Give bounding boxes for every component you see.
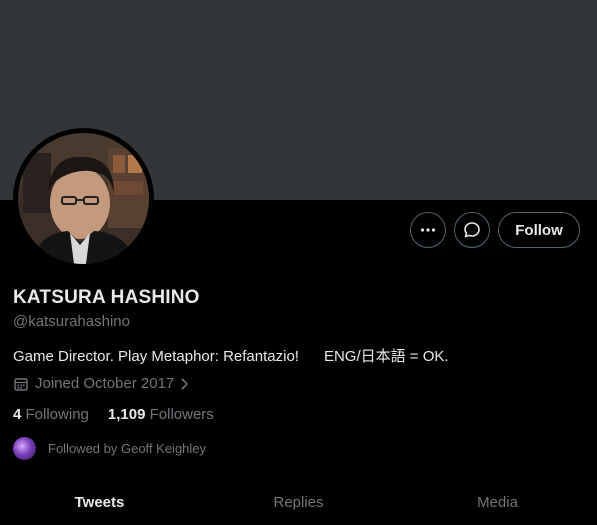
user-handle: @katsurahashino [13,313,130,330]
profile-bio: Game Director. Play Metaphor: Refantazio… [13,348,449,365]
follow-button[interactable]: Follow [498,212,580,248]
following-label: Following [25,406,89,423]
follow-stats: 4 Following 1,109 Followers [13,406,214,423]
calendar-icon [14,377,28,391]
following-count: 4 [13,406,22,423]
followed-by-label: Followed by Geoff Keighley [48,441,207,456]
tab-media[interactable]: Media [398,480,597,525]
message-button[interactable] [454,212,490,248]
follower-avatar[interactable] [13,437,36,460]
profile-avatar[interactable] [18,133,149,264]
more-icon [420,228,436,232]
message-icon [464,222,480,238]
followed-by[interactable]: Followed by Geoff Keighley [13,437,206,460]
following-link[interactable]: 4 Following [13,406,89,423]
followers-link[interactable]: 1,109 Followers [108,406,214,423]
chevron-right-icon[interactable] [180,377,190,391]
tab-tweets[interactable]: Tweets [0,480,199,525]
followers-label: Followers [149,406,214,423]
display-name: KATSURA HASHINO [13,287,200,308]
profile-tabs: Tweets Replies Media [0,480,597,525]
joined-label: Joined October 2017 [35,375,175,392]
followers-count: 1,109 [107,406,146,423]
joined-date: Joined October 2017 [13,375,190,392]
tab-replies[interactable]: Replies [199,480,398,525]
more-button[interactable] [410,212,446,248]
avatar-photo [18,133,149,264]
